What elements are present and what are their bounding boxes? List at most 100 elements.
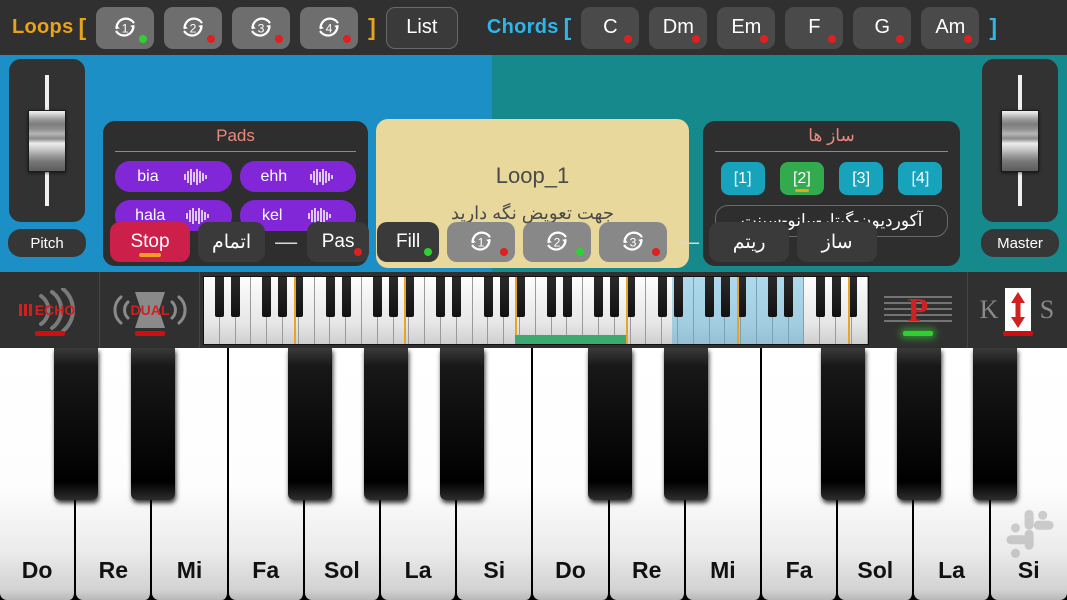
transport-row: Stop اتمام — Pas Fill 1 2 3 — ریتم ساز [0,212,1067,272]
rhythm-loop-1-status-dot [500,248,509,256]
black-key-sol-sharp-1[interactable] [364,348,408,500]
transport-separator-2: — [677,229,700,254]
loops-bracket-open: [ [78,14,87,40]
rhythm-loop-2-status-dot [576,248,585,256]
instrument-label: ساز [821,231,853,253]
master-fader-knob[interactable] [1001,109,1039,172]
chord-label: Am [935,16,966,38]
svg-text:1: 1 [122,21,129,35]
fader-line-top [1018,75,1022,113]
echo-effect-button[interactable]: ECHO [0,272,100,348]
chord-button-c[interactable]: C [581,6,640,49]
black-key-fa-sharp-1[interactable] [288,348,332,500]
loop-button-2[interactable]: 2 [164,6,223,49]
chord-c-status-dot [624,34,633,43]
black-key-do-sharp-1[interactable] [54,348,98,500]
svg-text:DUAL: DUAL [130,302,169,318]
keyboard-split-icon: K S [979,288,1054,332]
end-label: اتمام [212,231,252,253]
loop-4-status-dot [343,34,352,43]
pas-button[interactable]: Pas [307,222,370,262]
black-key-re-sharp-1[interactable] [131,348,175,500]
pitch-fader-slider[interactable] [9,59,85,222]
echo-status-indicator [34,331,65,336]
svg-text:2: 2 [190,21,197,35]
rhythm-button[interactable]: ریتم [709,222,790,262]
black-key-do-sharp-2[interactable] [588,348,632,500]
instrument-slot-2-indicator [794,189,809,192]
black-key-la-sharp-1[interactable] [440,348,484,500]
loop-arrow-icon: 3 [251,17,271,37]
chord-button-f[interactable]: F [785,6,844,49]
mini-keyboard-overview[interactable] [203,276,869,345]
dual-effect-button[interactable]: DUAL [100,272,200,348]
loop-button-3[interactable]: 3 [232,6,291,49]
fader-line-top [45,75,49,113]
pad-button-ehh[interactable]: ehh [239,161,356,192]
white-key-label: Fa [785,557,813,583]
chord-label: Dm [662,16,694,38]
loop-arrow-icon: 4 [319,17,339,37]
loop-button-4[interactable]: 4 [300,6,359,49]
control-area: Pitch Master Pads bia ehh hala kel Loop_… [0,55,1067,272]
svg-text:1: 1 [478,236,485,250]
rhythm-loop-button-1[interactable]: 1 [447,222,516,262]
instrument-slot-label: [3] [852,169,871,187]
dual-effect-icon: DUAL [113,292,186,328]
instrument-slot-label: [4] [911,169,930,187]
svg-text:P: P [908,292,929,329]
chord-button-em[interactable]: Em [717,6,776,49]
loop-button-1[interactable]: 1 [96,6,155,49]
black-key-la-sharp-2[interactable] [973,348,1017,500]
end-button[interactable]: اتمام [198,222,266,262]
stop-button[interactable]: Stop [110,222,190,262]
svg-text:4: 4 [326,21,333,35]
white-key-label: Sol [857,557,894,583]
black-key-fa-sharp-2[interactable] [821,348,865,500]
loop-2-status-dot [207,34,216,43]
svg-text:K: K [979,295,998,324]
loop-arrow-icon: 2 [183,17,203,37]
instruments-title: ساز ها [808,126,855,145]
rhythm-label: ریتم [732,231,766,253]
rhythm-loop-button-2[interactable]: 2 [523,222,592,262]
rhythm-loop-3-status-dot [652,248,661,256]
white-key-label: Re [98,557,128,583]
rhythm-loop-button-3[interactable]: 3 [599,222,668,262]
keyboard-split-button[interactable]: K S [968,272,1067,348]
fader-line-bottom [45,168,49,206]
instrument-slot-3[interactable]: [3] [839,162,884,195]
white-key-label: Sol [324,557,360,583]
pads-title: Pads [216,126,255,145]
instrument-slot-4[interactable]: [4] [898,162,943,195]
chord-button-dm[interactable]: Dm [649,6,708,49]
sheet-music-button[interactable]: P [869,272,968,348]
echo-effect-icon: ECHO [18,288,75,332]
loop-1-status-dot [139,34,148,43]
pad-button-bia[interactable]: bia [115,161,232,192]
svg-text:3: 3 [630,236,637,250]
instrument-slot-2[interactable]: [2] [779,162,824,195]
fill-label: Fill [395,231,421,252]
top-toolbar: Loops [ 1 2 3 4] List Chords [C Dm Em … [0,0,1067,55]
chord-button-g[interactable]: G [853,6,912,49]
chord-button-am[interactable]: Am [921,6,980,49]
instrument-slot-label: [2] [792,169,811,187]
instrument-slots-row: [1] [2] [3] [4] [703,152,960,195]
loop-list-button[interactable]: List [385,6,458,49]
pitch-fader-knob[interactable] [28,109,66,172]
fill-status-dot [424,248,433,256]
pas-label: Pas [321,231,355,252]
instrument-slot-1[interactable]: [1] [720,162,765,195]
black-key-sol-sharp-2[interactable] [897,348,941,500]
fill-button[interactable]: Fill [377,222,440,262]
stop-label: Stop [130,231,170,252]
fader-line-bottom [1018,168,1022,206]
loops-label: Loops [12,16,74,38]
pas-status-dot [354,248,363,256]
instrument-button[interactable]: ساز [797,222,878,262]
app-logo-watermark [1006,509,1054,558]
master-fader-slider[interactable] [982,59,1058,222]
chords-group: Chords [ C Dm Em F G Am] [463,0,1002,55]
black-key-re-sharp-2[interactable] [664,348,708,500]
